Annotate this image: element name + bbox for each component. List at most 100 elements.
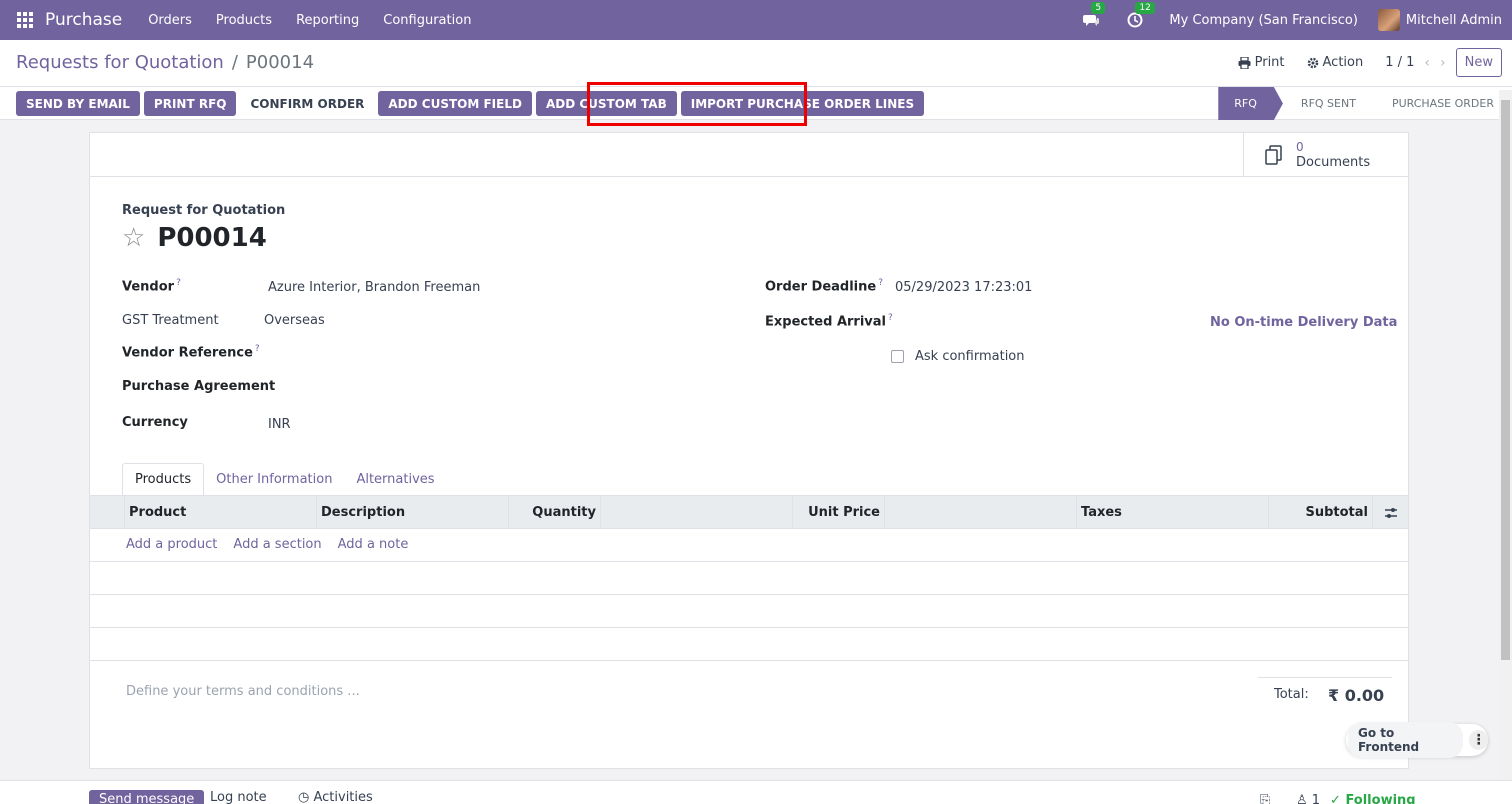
scrollbar-thumb[interactable] bbox=[1501, 100, 1510, 660]
stage-rfq-sent[interactable]: RFQ SENT bbox=[1283, 87, 1374, 120]
gst-treatment-field[interactable]: Overseas bbox=[264, 313, 325, 328]
top-navbar: Purchase Orders Products Reporting Confi… bbox=[0, 0, 1512, 40]
total-label: Total: bbox=[1274, 687, 1309, 702]
purchase-agreement-label: Purchase Agreement bbox=[122, 379, 276, 394]
menu-reporting[interactable]: Reporting bbox=[284, 13, 371, 28]
column-description[interactable]: Description bbox=[316, 496, 508, 529]
vendor-field[interactable]: Azure Interior, Brandon Freeman bbox=[268, 280, 480, 295]
documents-icon bbox=[1265, 145, 1282, 165]
ask-confirmation-checkbox[interactable] bbox=[891, 350, 904, 363]
breadcrumb-parent[interactable]: Requests for Quotation bbox=[16, 52, 224, 73]
pager-previous-icon[interactable]: ‹ bbox=[1424, 55, 1430, 71]
column-spacer-1 bbox=[600, 496, 792, 529]
column-product[interactable]: Product bbox=[124, 496, 316, 529]
documents-smart-button[interactable]: 0 Documents bbox=[1243, 133, 1408, 177]
add-note-link[interactable]: Add a note bbox=[338, 537, 409, 552]
add-custom-tab-button[interactable]: ADD CUSTOM TAB bbox=[535, 91, 677, 116]
following-button[interactable]: ✓ Following bbox=[1330, 793, 1416, 804]
documents-count: 0 bbox=[1296, 140, 1304, 154]
pager-next-icon[interactable]: › bbox=[1440, 55, 1446, 71]
action-button[interactable]: Action bbox=[1307, 55, 1364, 70]
attachment-icon[interactable]: ⎘ bbox=[1260, 793, 1270, 804]
import-purchase-order-lines-button[interactable]: IMPORT PURCHASE ORDER LINES bbox=[680, 91, 925, 116]
purchase-agreement-field[interactable] bbox=[268, 379, 648, 397]
table-row: Add a product Add a section Add a note bbox=[90, 529, 1408, 562]
check-icon: ✓ bbox=[1330, 793, 1341, 804]
vendor-label: Vendor? bbox=[122, 278, 181, 295]
ask-confirmation-label: Ask confirmation bbox=[915, 349, 1025, 364]
table-row bbox=[90, 628, 1408, 661]
notebook-tabs: Products Other Information Alternatives bbox=[122, 463, 447, 496]
breadcrumb: Requests for Quotation / P00014 bbox=[16, 52, 314, 73]
add-section-link[interactable]: Add a section bbox=[233, 537, 321, 552]
tab-products[interactable]: Products bbox=[122, 463, 205, 496]
company-switcher[interactable]: My Company (San Francisco) bbox=[1169, 13, 1357, 28]
clock-icon: ◷ bbox=[298, 790, 314, 804]
column-spacer-2 bbox=[884, 496, 1076, 529]
table-row bbox=[90, 595, 1408, 628]
star-icon[interactable]: ☆ bbox=[122, 224, 145, 252]
column-settings-icon[interactable] bbox=[1372, 496, 1408, 529]
frontend-widget: Go to Frontend ⋮ bbox=[1346, 722, 1488, 758]
add-line-links: Add a product Add a section Add a note bbox=[126, 537, 408, 552]
column-quantity[interactable]: Quantity bbox=[508, 496, 600, 529]
person-icon: ♙ bbox=[1296, 793, 1308, 804]
kebab-menu-icon[interactable]: ⋮ bbox=[1469, 730, 1488, 750]
confirm-order-button[interactable]: CONFIRM ORDER bbox=[240, 91, 374, 116]
apps-menu-icon[interactable] bbox=[17, 12, 33, 28]
column-taxes[interactable]: Taxes bbox=[1076, 496, 1268, 529]
stage-purchase-order[interactable]: PURCHASE ORDER bbox=[1374, 87, 1512, 120]
avatar[interactable] bbox=[1377, 9, 1400, 31]
order-deadline-label: Order Deadline? bbox=[765, 278, 883, 295]
activities-badge: 12 bbox=[1135, 2, 1155, 14]
print-button[interactable]: Print bbox=[1238, 55, 1285, 70]
form-sheet: 0 Documents Request for Quotation ☆ P000… bbox=[89, 132, 1409, 769]
send-message-button[interactable]: Send message bbox=[89, 790, 205, 804]
terms-conditions-field[interactable]: Define your terms and conditions ... bbox=[126, 684, 360, 699]
vendor-reference-field[interactable] bbox=[268, 344, 648, 362]
expected-arrival-field[interactable] bbox=[895, 313, 1195, 331]
column-subtotal[interactable]: Subtotal bbox=[1268, 496, 1372, 529]
activities-clock-icon[interactable]: 12 bbox=[1125, 2, 1155, 30]
tab-other-information[interactable]: Other Information bbox=[204, 463, 344, 496]
add-product-link[interactable]: Add a product bbox=[126, 537, 217, 552]
expected-arrival-label: Expected Arrival? bbox=[765, 313, 893, 330]
table-header: Product Description Quantity Unit Price … bbox=[90, 495, 1408, 529]
action-label: Action bbox=[1322, 55, 1364, 70]
log-note-button[interactable]: Log note bbox=[200, 790, 277, 804]
smart-button-box: 0 Documents bbox=[90, 133, 1408, 177]
table-row bbox=[90, 562, 1408, 595]
menu-orders[interactable]: Orders bbox=[136, 13, 204, 28]
navbar-systray: 5 12 My Company (San Francisco) Mitchell… bbox=[1081, 0, 1512, 40]
new-button[interactable]: New bbox=[1455, 48, 1502, 77]
currency-label: Currency bbox=[122, 415, 188, 430]
send-by-email-button[interactable]: SEND BY EMAIL bbox=[16, 91, 140, 116]
page-scrollbar[interactable] bbox=[1499, 90, 1512, 780]
activities-button[interactable]: ◷ Activities bbox=[288, 790, 383, 804]
column-unit-price[interactable]: Unit Price bbox=[792, 496, 884, 529]
record-title: ☆ P00014 bbox=[122, 223, 267, 253]
go-to-frontend-button[interactable]: Go to Frontend bbox=[1348, 722, 1464, 758]
printer-icon bbox=[1238, 56, 1251, 69]
messages-badge: 5 bbox=[1091, 2, 1106, 14]
breadcrumb-current: P00014 bbox=[245, 52, 315, 73]
stage-bar: RFQ RFQ SENT PURCHASE ORDER bbox=[1218, 87, 1512, 120]
breadcrumb-separator: / bbox=[231, 52, 238, 73]
gst-treatment-label: GST Treatment bbox=[122, 313, 219, 328]
messages-icon[interactable]: 5 bbox=[1081, 2, 1106, 30]
app-name[interactable]: Purchase bbox=[45, 10, 122, 30]
tab-alternatives[interactable]: Alternatives bbox=[344, 463, 446, 496]
stage-rfq[interactable]: RFQ bbox=[1218, 87, 1283, 120]
menu-products[interactable]: Products bbox=[204, 13, 284, 28]
documents-label: Documents bbox=[1296, 155, 1371, 170]
print-rfq-button[interactable]: PRINT RFQ bbox=[143, 91, 237, 116]
currency-field[interactable]: INR bbox=[268, 417, 291, 432]
order-deadline-field[interactable]: 05/29/2023 17:23:01 bbox=[895, 280, 1032, 295]
total-value: ₹ 0.00 bbox=[1328, 686, 1385, 705]
followers-button[interactable]: ♙ 1 bbox=[1296, 793, 1320, 804]
ontime-delivery-link[interactable]: No On-time Delivery Data bbox=[1210, 315, 1397, 330]
user-menu[interactable]: Mitchell Admin bbox=[1406, 13, 1502, 28]
pager-value[interactable]: 1 / 1 bbox=[1385, 55, 1414, 70]
add-custom-field-button[interactable]: ADD CUSTOM FIELD bbox=[378, 91, 532, 116]
menu-configuration[interactable]: Configuration bbox=[371, 13, 483, 28]
